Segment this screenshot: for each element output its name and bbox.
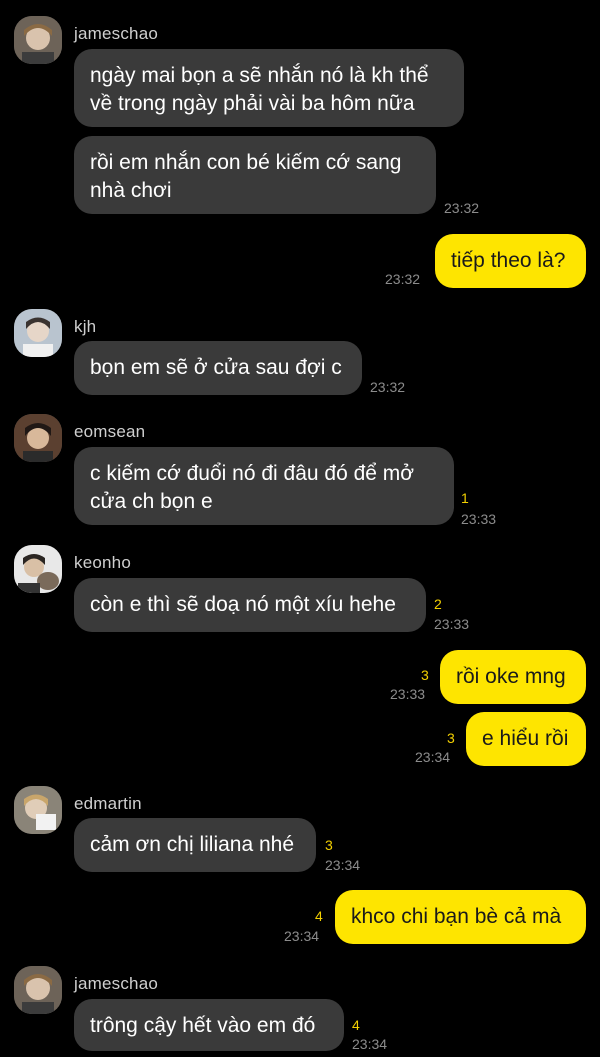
message-line: ngày mai bọn a sẽ nhắn nó là kh thể <box>90 64 429 87</box>
message-bubble[interactable]: c kiếm cớ đuổi nó đi đâu đó để mở cửa ch… <box>74 447 454 525</box>
unread-count: 2 <box>434 596 442 612</box>
unread-count: 3 <box>447 730 455 746</box>
message-bubble[interactable]: còn e thì sẽ doạ nó một xíu hehe <box>74 578 426 632</box>
message-time: 23:34 <box>415 749 451 765</box>
message-bubble-outgoing[interactable]: tiếp theo là? <box>435 234 586 288</box>
unread-count: 3 <box>421 667 429 683</box>
message-text: cảm ơn chị liliana nhé <box>90 833 295 856</box>
unread-count: 1 <box>461 490 469 506</box>
message-bubble[interactable]: bọn em sẽ ở cửa sau đợi c <box>74 341 362 395</box>
message-text: rồi oke mng <box>456 665 566 688</box>
message-line: về trong ngày phải vài ba hôm nữa <box>90 92 415 115</box>
message-time: 23:32 <box>385 271 421 287</box>
sender-name: keonho <box>74 553 131 572</box>
message-bubble[interactable]: rồi em nhắn con bé kiếm cớ sang nhà chơi <box>74 136 436 214</box>
message-line: rồi em nhắn con bé kiếm cớ sang <box>90 151 402 174</box>
message-text: tiếp theo là? <box>451 249 566 272</box>
sender-name: edmartin <box>74 794 142 813</box>
avatar-jameschao[interactable] <box>14 16 62 64</box>
unread-count: 4 <box>352 1017 360 1033</box>
message-time: 23:32 <box>444 200 480 216</box>
message-time: 23:34 <box>325 857 361 873</box>
message-line: c kiếm cớ đuổi nó đi đâu đó để mở <box>90 462 415 485</box>
sender-name: eomsean <box>74 422 146 441</box>
avatar-jameschao[interactable] <box>14 966 62 1014</box>
message-line: cửa ch bọn e <box>90 490 213 513</box>
sender-name: jameschao <box>74 24 159 43</box>
avatar-eomsean[interactable] <box>14 414 62 462</box>
avatar-keonho[interactable] <box>14 545 62 593</box>
unread-count: 3 <box>325 837 333 853</box>
message-bubble[interactable]: ngày mai bọn a sẽ nhắn nó là kh thể về t… <box>74 49 464 127</box>
avatar-kjh[interactable] <box>14 309 62 357</box>
unread-count: 4 <box>315 908 323 924</box>
message-bubble[interactable]: cảm ơn chị liliana nhé <box>74 818 316 872</box>
message-text: e hiểu rồi <box>482 727 569 750</box>
message-bubble-outgoing[interactable]: khco chi bạn bè cả mà <box>335 890 586 944</box>
message-text: trông cậy hết vào em đó <box>90 1014 316 1037</box>
message-bubble-outgoing[interactable]: e hiểu rồi <box>466 712 586 766</box>
message-time: 23:33 <box>434 616 470 632</box>
message-time: 23:33 <box>461 511 497 527</box>
avatar-edmartin[interactable] <box>14 786 62 834</box>
message-line: nhà chơi <box>90 179 172 202</box>
message-time: 23:33 <box>390 686 426 702</box>
sender-name: jameschao <box>74 974 159 993</box>
message-text: bọn em sẽ ở cửa sau đợi c <box>90 356 342 379</box>
message-text: khco chi bạn bè cả mà <box>351 905 562 928</box>
message-time: 23:34 <box>284 928 320 944</box>
message-time: 23:32 <box>370 379 406 395</box>
message-bubble-outgoing[interactable]: rồi oke mng <box>440 650 586 704</box>
sender-name: kjh <box>74 317 97 336</box>
message-time: 23:34 <box>352 1036 388 1052</box>
message-text: còn e thì sẽ doạ nó một xíu hehe <box>90 593 396 616</box>
message-bubble[interactable]: trông cậy hết vào em đó <box>74 999 344 1051</box>
